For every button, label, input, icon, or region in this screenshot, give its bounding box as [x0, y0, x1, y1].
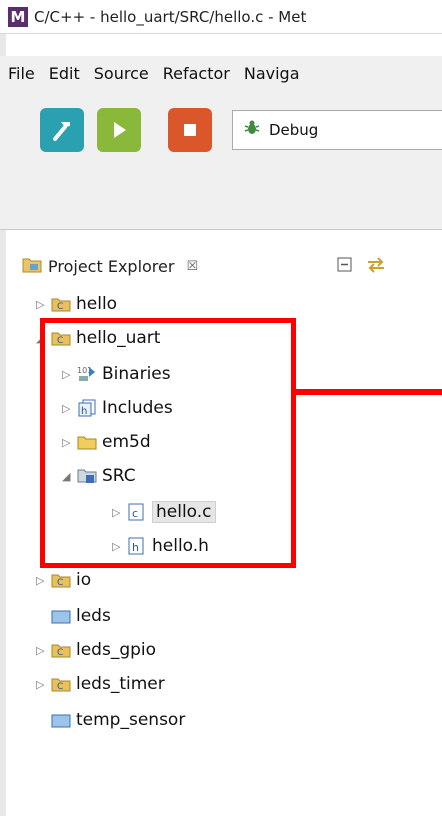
highlight-box: [40, 318, 296, 568]
svg-text:C: C: [57, 682, 63, 692]
c-project-folder-icon: C: [50, 640, 72, 660]
launch-config-label: Debug: [269, 121, 319, 139]
svg-text:C: C: [57, 648, 63, 658]
tree-item-hello[interactable]: ▷ C hello: [36, 288, 117, 320]
menu-file[interactable]: File: [8, 64, 35, 83]
tree-item-leds[interactable]: leds: [50, 600, 111, 632]
menu-bar: File Edit Source Refactor Naviga: [0, 56, 442, 90]
toolbar: Debug: [0, 90, 442, 230]
tree-item-label: leds_timer: [76, 674, 165, 694]
expand-arrow-icon[interactable]: ▷: [36, 298, 50, 311]
window-title: C/C++ - hello_uart/SRC/hello.c - Met: [34, 7, 307, 26]
closed-project-icon: [50, 710, 72, 730]
project-explorer-tab[interactable]: Project Explorer ☒: [22, 246, 442, 286]
link-with-editor-icon[interactable]: [366, 256, 386, 278]
highlight-pointer-line: [296, 389, 442, 395]
project-explorer-icon: [22, 255, 42, 277]
svg-text:C: C: [57, 578, 63, 588]
stop-button[interactable]: [168, 108, 212, 152]
bug-icon: [243, 119, 261, 141]
play-icon: [114, 122, 126, 138]
menu-navigate[interactable]: Naviga: [244, 64, 300, 83]
tree-item-label: hello: [76, 294, 118, 314]
menu-edit[interactable]: Edit: [49, 64, 80, 83]
expand-arrow-icon[interactable]: ▷: [36, 678, 50, 691]
tree-item-label: leds: [76, 606, 111, 626]
launch-config-selector[interactable]: Debug: [232, 110, 442, 150]
c-project-folder-icon: C: [50, 570, 72, 590]
svg-text:C: C: [57, 302, 63, 312]
closed-project-icon: [50, 606, 72, 626]
run-button[interactable]: [97, 108, 141, 152]
build-button[interactable]: [40, 108, 84, 152]
tree-item-leds-timer[interactable]: ▷ C leds_timer: [36, 668, 165, 700]
tree-item-label: temp_sensor: [76, 710, 186, 730]
app-logo: M: [8, 6, 28, 27]
tree-item-temp-sensor[interactable]: temp_sensor: [50, 704, 185, 736]
hammer-icon: [53, 122, 70, 141]
tree-item-io[interactable]: ▷ C io: [36, 564, 91, 596]
c-project-folder-icon: C: [50, 674, 72, 694]
menu-refactor[interactable]: Refactor: [163, 64, 230, 83]
menu-source[interactable]: Source: [94, 64, 149, 83]
c-project-folder-icon: C: [50, 294, 72, 314]
expand-arrow-icon[interactable]: ▷: [36, 644, 50, 657]
tree-item-label: leds_gpio: [76, 640, 157, 660]
stop-icon: [184, 124, 196, 136]
title-bar: M C/C++ - hello_uart/SRC/hello.c - Met: [0, 0, 442, 34]
panel-title: Project Explorer: [48, 256, 175, 276]
tree-item-leds-gpio[interactable]: ▷ C leds_gpio: [36, 634, 156, 666]
collapse-all-icon[interactable]: [336, 256, 354, 278]
expand-arrow-icon[interactable]: ▷: [36, 574, 50, 587]
close-icon[interactable]: ☒: [186, 259, 198, 274]
tree-item-label: io: [76, 570, 92, 590]
